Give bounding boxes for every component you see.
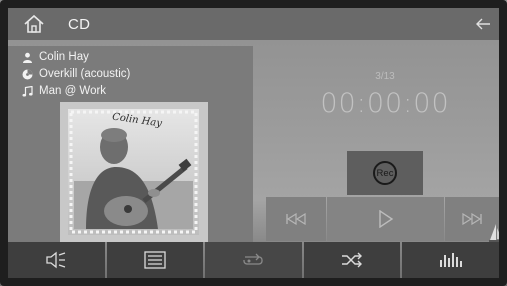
artist-name: Colin Hay — [39, 51, 89, 63]
previous-track-button[interactable] — [266, 197, 326, 241]
track-counter: 3/13 — [375, 71, 395, 82]
album-cover-photo: Colin Hay — [68, 109, 199, 235]
rec-icon: Rec — [373, 161, 397, 185]
elapsed-time: 00:00:00 — [320, 88, 450, 119]
sailboat-decoration — [489, 224, 503, 242]
album-art: Colin Hay — [60, 102, 208, 242]
bottom-bar — [8, 242, 499, 278]
shuffle-button[interactable] — [303, 242, 401, 278]
disc-icon — [22, 69, 33, 79]
artist-row: Colin Hay — [22, 51, 89, 63]
equalizer-icon — [439, 253, 462, 267]
home-icon — [24, 14, 44, 33]
top-bar: CD — [8, 8, 499, 40]
repeat-icon — [243, 253, 264, 265]
equalizer-button[interactable] — [402, 242, 499, 278]
play-button[interactable] — [327, 197, 444, 241]
skip-next-icon — [462, 213, 482, 225]
music-note-icon — [22, 85, 33, 96]
playlist-button[interactable] — [106, 242, 204, 278]
audio-settings-icon — [46, 251, 66, 269]
album-row: Overkill (acoustic) — [22, 68, 130, 80]
list-icon — [144, 251, 166, 269]
rec-label: Rec — [376, 167, 394, 179]
shuffle-icon — [342, 252, 363, 268]
track-info-panel: Colin Hay Overkill (acoustic) Man @ Work — [8, 46, 253, 242]
person-icon — [23, 52, 32, 63]
home-button[interactable] — [8, 8, 60, 40]
back-button[interactable] — [467, 8, 499, 40]
record-button[interactable]: Rec — [347, 151, 423, 195]
play-icon — [378, 210, 393, 228]
car-head-unit-screen: CD Colin Hay Overkill (acoustic) Man @ W… — [0, 0, 507, 286]
song-row: Man @ Work — [22, 85, 106, 97]
back-arrow-icon — [476, 18, 490, 30]
page-title: CD — [68, 16, 91, 33]
repeat-button[interactable] — [205, 242, 302, 278]
skip-previous-icon — [286, 213, 306, 225]
audio-settings-button[interactable] — [8, 242, 105, 278]
album-name: Overkill (acoustic) — [39, 68, 131, 80]
song-title: Man @ Work — [39, 85, 107, 97]
